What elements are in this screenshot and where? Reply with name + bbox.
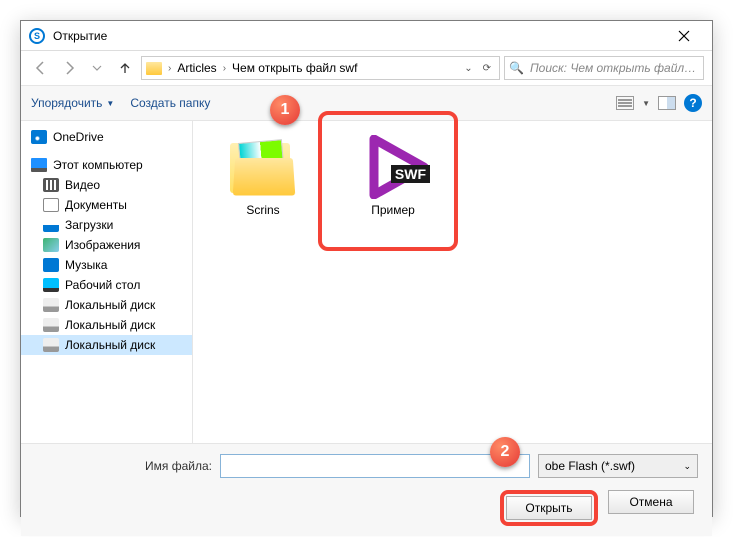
sidebar-item-disk[interactable]: Локальный диск: [21, 335, 192, 355]
file-item-swf[interactable]: SWF Пример: [343, 135, 443, 217]
dialog-bottom: Имя файла: obe Flash (*.swf) ⌄ Открыть О…: [21, 443, 712, 536]
new-folder-label: Создать папку: [130, 96, 210, 110]
organize-button[interactable]: Упорядочить ▼: [31, 96, 114, 110]
sidebar-item-disk[interactable]: Локальный диск: [21, 295, 192, 315]
nav-forward-button[interactable]: [57, 56, 81, 80]
annotation-highlight: Открыть: [500, 490, 598, 526]
file-open-dialog: S Открытие › Articles › Чем открыть файл…: [20, 20, 713, 517]
sidebar-item-onedrive[interactable]: OneDrive: [21, 127, 192, 147]
search-input[interactable]: 🔍 Поиск: Чем открыть файл swf: [504, 56, 704, 80]
sidebar-item-label: Документы: [65, 198, 127, 212]
file-label: Scrins: [246, 203, 279, 217]
open-button[interactable]: Открыть: [506, 496, 592, 520]
folder-item-scrins[interactable]: Scrins: [213, 135, 313, 217]
arrow-up-icon: [118, 61, 132, 75]
sidebar-item-label: Локальный диск: [65, 318, 155, 332]
chevron-down-icon: ⌄: [683, 461, 691, 472]
toolbar: Упорядочить ▼ Создать папку ▼ ?: [21, 85, 712, 121]
help-button[interactable]: ?: [684, 94, 702, 112]
music-icon: [43, 258, 59, 272]
sidebar-item-label: Изображения: [65, 238, 140, 252]
sidebar-item-disk[interactable]: Локальный диск: [21, 315, 192, 335]
chevron-right-icon: ›: [166, 63, 173, 74]
breadcrumb-seg-current[interactable]: Чем открыть файл swf: [228, 61, 361, 75]
filename-input[interactable]: [220, 454, 530, 478]
downloads-icon: [43, 218, 59, 232]
sidebar-item-video[interactable]: Видео: [21, 175, 192, 195]
sidebar-item-label: Музыка: [65, 258, 107, 272]
sidebar-item-music[interactable]: Музыка: [21, 255, 192, 275]
sidebar-item-label: Загрузки: [65, 218, 113, 232]
nav-up-button[interactable]: [113, 56, 137, 80]
images-icon: [43, 238, 59, 252]
new-folder-button[interactable]: Создать папку: [130, 96, 210, 110]
breadcrumb-seg-articles[interactable]: Articles: [173, 61, 220, 75]
navigation-sidebar: OneDrive Этот компьютер Видео Документы …: [21, 121, 193, 443]
window-title: Открытие: [53, 29, 107, 43]
folder-icon: [146, 62, 162, 75]
swf-file-icon: SWF: [354, 135, 432, 197]
disk-icon: [43, 338, 59, 352]
chevron-down-icon: [92, 63, 102, 73]
sidebar-item-desktop[interactable]: Рабочий стол: [21, 275, 192, 295]
breadcrumb-dropdown[interactable]: ⌄: [460, 63, 476, 74]
video-icon: [43, 178, 59, 192]
sidebar-item-label: Видео: [65, 178, 100, 192]
chevron-down-icon: ▼: [642, 99, 650, 108]
chevron-down-icon: ▼: [106, 99, 114, 108]
search-placeholder: Поиск: Чем открыть файл swf: [530, 61, 699, 75]
chevron-right-icon: ›: [221, 63, 228, 74]
app-icon: S: [29, 28, 45, 44]
filename-label: Имя файла:: [145, 459, 212, 473]
search-icon: 🔍: [509, 61, 524, 75]
sidebar-item-downloads[interactable]: Загрузки: [21, 215, 192, 235]
arrow-left-icon: [33, 60, 49, 76]
filetype-label: obe Flash (*.swf): [545, 459, 635, 473]
onedrive-icon: [31, 130, 47, 144]
filetype-select[interactable]: obe Flash (*.swf) ⌄: [538, 454, 698, 478]
sidebar-item-label: Этот компьютер: [53, 158, 143, 172]
file-list[interactable]: Scrins SWF Пример: [193, 121, 712, 443]
arrow-right-icon: [61, 60, 77, 76]
sidebar-item-label: Рабочий стол: [65, 278, 140, 292]
cancel-button[interactable]: Отмена: [608, 490, 694, 514]
nav-recent-button[interactable]: [85, 56, 109, 80]
view-options-button[interactable]: [616, 96, 634, 110]
sidebar-item-images[interactable]: Изображения: [21, 235, 192, 255]
swf-badge: SWF: [391, 165, 430, 183]
desktop-icon: [43, 278, 59, 292]
preview-pane-button[interactable]: [658, 96, 676, 110]
sidebar-item-documents[interactable]: Документы: [21, 195, 192, 215]
address-bar: › Articles › Чем открыть файл swf ⌄ ⟳ 🔍 …: [21, 51, 712, 85]
organize-label: Упорядочить: [31, 96, 102, 110]
close-icon: [678, 30, 690, 42]
sidebar-item-label: Локальный диск: [65, 338, 155, 352]
sidebar-item-thispc[interactable]: Этот компьютер: [21, 155, 192, 175]
titlebar: S Открытие: [21, 21, 712, 51]
sidebar-item-label: OneDrive: [53, 130, 104, 144]
pc-icon: [31, 158, 47, 172]
folder-icon: [224, 135, 302, 197]
close-button[interactable]: [664, 22, 704, 50]
breadcrumb[interactable]: › Articles › Чем открыть файл swf ⌄ ⟳: [141, 56, 500, 80]
nav-back-button[interactable]: [29, 56, 53, 80]
disk-icon: [43, 298, 59, 312]
documents-icon: [43, 198, 59, 212]
file-label: Пример: [371, 203, 415, 217]
refresh-button[interactable]: ⟳: [479, 63, 495, 74]
sidebar-item-label: Локальный диск: [65, 298, 155, 312]
disk-icon: [43, 318, 59, 332]
